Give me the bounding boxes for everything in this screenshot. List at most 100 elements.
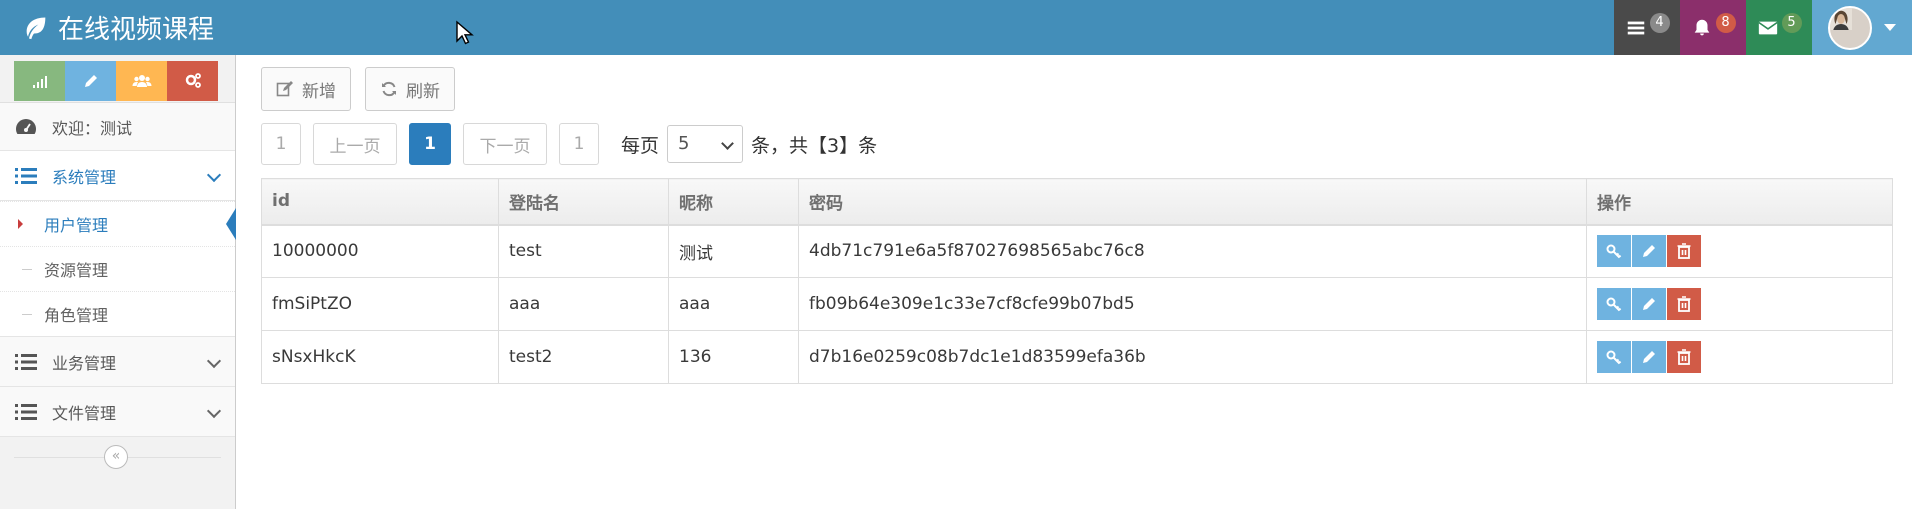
last-page-button[interactable]: 1 [559, 123, 599, 165]
cell-id: 10000000 [261, 224, 499, 278]
notifications-button[interactable]: 8 [1680, 0, 1746, 55]
key-icon [1606, 297, 1622, 312]
list-icon [15, 167, 37, 184]
sidebar-item-resource-management[interactable]: 资源管理 [0, 246, 235, 291]
cell-actions [1586, 224, 1893, 278]
user-menu[interactable] [1812, 0, 1912, 55]
sidebar-item-label: 系统管理 [52, 167, 117, 187]
prev-page-button[interactable]: 上一页 [313, 123, 397, 165]
shortcut-edit-button[interactable] [65, 61, 116, 101]
shortcut-buttons [0, 55, 235, 103]
cell-password: fb09b64e309e1c33e7cf8cfe99b07bd5 [798, 277, 1587, 331]
brand[interactable]: 在线视频课程 [22, 9, 214, 46]
shortcut-stats-button[interactable] [14, 61, 65, 101]
avatar[interactable] [1828, 5, 1872, 50]
tasks-button[interactable]: 4 [1614, 0, 1680, 55]
key-icon [1606, 244, 1622, 259]
column-header-login[interactable]: 登陆名 [498, 178, 669, 226]
cell-login: aaa [498, 277, 669, 331]
next-page-button[interactable]: 下一页 [463, 123, 547, 165]
sidebar: 欢迎：测试 系统管理 用户管理 资源管理 角色管理 业务管理 文件管理 « [0, 55, 236, 509]
sidebar-item-label: 业务管理 [52, 353, 117, 373]
key-icon [1606, 350, 1622, 365]
sidebar-item-user-management[interactable]: 用户管理 [0, 201, 236, 246]
users-table: id 登陆名 昵称 密码 操作 10000000 test 测试 4db71c7… [261, 178, 1893, 384]
table-row[interactable]: fmSiPtZO aaa aaa fb09b64e309e1c33e7cf8cf… [261, 277, 1893, 331]
reset-password-button[interactable] [1597, 235, 1631, 268]
sidebar-item-label: 角色管理 [44, 306, 109, 325]
column-header-actions: 操作 [1586, 178, 1893, 226]
top-navbar: 在线视频课程 4 8 5 [0, 0, 1912, 55]
chevron-down-icon [206, 353, 222, 369]
envelope-icon [1757, 21, 1778, 34]
messages-button[interactable]: 5 [1746, 0, 1812, 55]
delete-row-button[interactable] [1667, 288, 1701, 320]
sidebar-item-files[interactable]: 文件管理 [0, 387, 235, 437]
collapse-sidebar-button[interactable]: « [104, 445, 128, 469]
cell-login: test2 [498, 330, 669, 384]
column-header-nickname[interactable]: 昵称 [668, 178, 799, 226]
cell-nickname: aaa [668, 277, 799, 331]
notifications-badge: 8 [1715, 12, 1736, 33]
reset-password-button[interactable] [1597, 288, 1631, 320]
page-size-select[interactable]: 5 [667, 125, 744, 163]
tasks-badge: 4 [1649, 12, 1670, 33]
delete-row-button[interactable] [1667, 341, 1701, 373]
delete-row-button[interactable] [1667, 235, 1701, 268]
sidebar-item-system[interactable]: 系统管理 [0, 151, 235, 201]
trash-icon [1677, 296, 1691, 312]
cell-login: test [498, 224, 669, 278]
leaf-icon [26, 17, 46, 39]
bell-icon [1694, 19, 1709, 35]
total-summary: 条，共【3】条 [751, 134, 878, 157]
cell-password: 4db71c791e6a5f87027698565abc76c8 [798, 224, 1587, 278]
add-button[interactable]: 新增 [261, 67, 351, 111]
welcome-text: 欢迎：测试 [52, 118, 133, 138]
table-row[interactable]: sNsxHkcK test2 136 d7b16e0259c08b7dc1e1d… [261, 330, 1893, 384]
sidebar-item-label: 资源管理 [44, 261, 109, 280]
per-page-label: 每页 [621, 134, 660, 157]
welcome-item[interactable]: 欢迎：测试 [0, 103, 235, 151]
mouse-cursor-icon [456, 20, 474, 45]
refresh-button[interactable]: 刷新 [365, 67, 455, 111]
toolbar: 新增 刷新 [261, 67, 469, 111]
reset-password-button[interactable] [1597, 341, 1631, 373]
sidebar-item-role-management[interactable]: 角色管理 [0, 291, 235, 336]
trash-icon [1677, 243, 1691, 260]
add-button-label: 新增 [302, 81, 336, 102]
cell-nickname: 136 [668, 330, 799, 384]
shortcut-users-button[interactable] [116, 61, 167, 101]
group-icon [132, 75, 151, 87]
list-icon [15, 353, 37, 370]
column-header-password[interactable]: 密码 [798, 178, 1587, 226]
tasks-icon [1627, 21, 1644, 34]
avatar-image [1830, 7, 1852, 30]
cell-password: d7b16e0259c08b7dc1e1d83599efa36b [798, 330, 1587, 384]
refresh-icon [382, 81, 396, 97]
edit-row-button[interactable] [1632, 341, 1666, 373]
gears-icon [185, 73, 201, 88]
sidebar-collapse-bar: « [0, 437, 235, 477]
trash-icon [1677, 349, 1691, 365]
sidebar-item-label: 用户管理 [44, 216, 109, 235]
current-page-button[interactable]: 1 [409, 123, 451, 165]
cell-id: fmSiPtZO [261, 277, 499, 331]
edit-row-button[interactable] [1632, 288, 1666, 320]
dashboard-icon [16, 118, 36, 134]
column-header-id[interactable]: id [261, 178, 499, 226]
sidebar-item-business[interactable]: 业务管理 [0, 337, 235, 387]
shortcut-settings-button[interactable] [167, 61, 218, 101]
app-title: 在线视频课程 [58, 15, 215, 45]
refresh-button-label: 刷新 [406, 81, 440, 102]
signal-icon [32, 76, 47, 88]
chevron-down-icon [206, 403, 222, 419]
pencil-icon [1643, 245, 1655, 258]
table-row[interactable]: 10000000 test 测试 4db71c791e6a5f870276985… [261, 224, 1893, 278]
cell-actions [1586, 330, 1893, 384]
system-submenu: 用户管理 资源管理 角色管理 [0, 201, 236, 337]
first-page-button[interactable]: 1 [261, 123, 301, 165]
chevron-down-icon [1884, 24, 1896, 31]
edit-row-button[interactable] [1632, 235, 1666, 268]
chevron-down-icon [206, 167, 222, 183]
page-size-info: 每页 5 条，共【3】条 [621, 125, 877, 163]
